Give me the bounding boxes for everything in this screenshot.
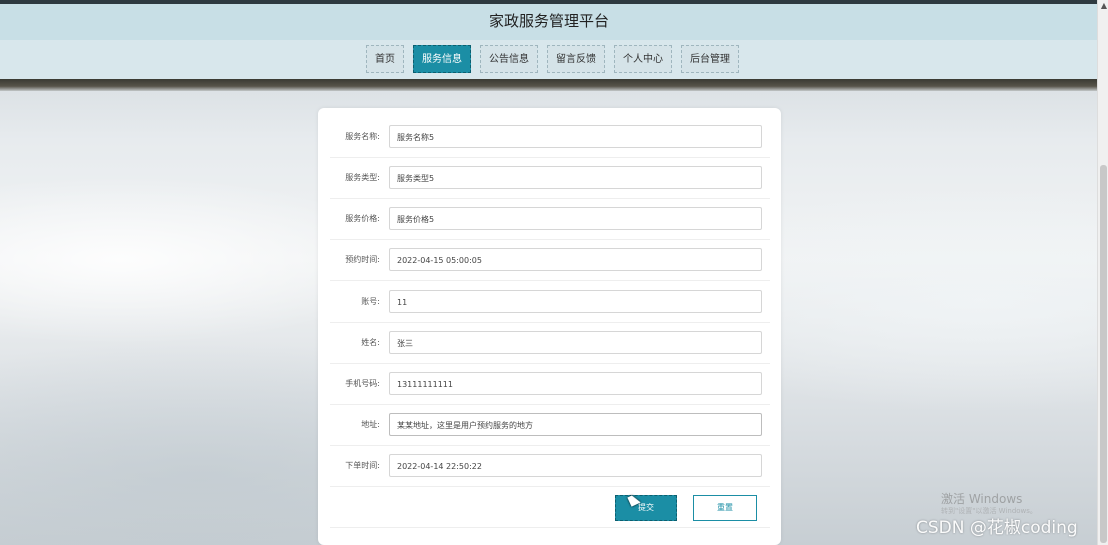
divider bbox=[330, 322, 770, 323]
field-label: 姓名: bbox=[361, 338, 380, 347]
divider bbox=[330, 239, 770, 240]
service-type-field[interactable]: 服务类型5 bbox=[389, 166, 762, 189]
account-field[interactable]: 11 bbox=[389, 290, 762, 313]
divider bbox=[330, 404, 770, 405]
windows-activation-watermark: 激活 Windows bbox=[941, 492, 1023, 506]
divider bbox=[330, 280, 770, 281]
phone-field[interactable]: 13111111111 bbox=[389, 372, 762, 395]
field-label: 服务价格: bbox=[345, 214, 380, 223]
field-label: 服务名称: bbox=[345, 132, 380, 141]
divider bbox=[330, 486, 770, 487]
nav-item-profile[interactable]: 个人中心 bbox=[614, 45, 672, 73]
form-row-account: 账号: 11 bbox=[318, 289, 781, 315]
divider bbox=[330, 198, 770, 199]
site-header: 家政服务管理平台 bbox=[0, 4, 1098, 41]
divider bbox=[330, 363, 770, 364]
field-label: 地址: bbox=[361, 420, 380, 429]
form-row-order-time: 下单时间: 2022-04-14 22:50:22 bbox=[318, 453, 781, 479]
form-row-service-name: 服务名称: 服务名称5 bbox=[318, 124, 781, 150]
nav-item-service-info[interactable]: 服务信息 bbox=[413, 45, 471, 73]
nav-item-announcements[interactable]: 公告信息 bbox=[480, 45, 538, 73]
service-price-field[interactable]: 服务价格5 bbox=[389, 207, 762, 230]
order-time-field[interactable]: 2022-04-14 22:50:22 bbox=[389, 454, 762, 477]
scrollbar-thumb[interactable] bbox=[1100, 165, 1107, 543]
nav-menu: 首页 服务信息 公告信息 留言反馈 个人中心 后台管理 bbox=[366, 45, 739, 73]
appointment-time-field[interactable]: 2022-04-15 05:00:05 bbox=[389, 248, 762, 271]
submit-button[interactable]: 提交 bbox=[615, 495, 677, 521]
divider bbox=[330, 527, 770, 528]
divider bbox=[330, 157, 770, 158]
form-row-phone: 手机号码: 13111111111 bbox=[318, 371, 781, 397]
site-title: 家政服务管理平台 bbox=[488, 12, 609, 30]
form-row-service-price: 服务价格: 服务价格5 bbox=[318, 206, 781, 232]
nav-item-feedback[interactable]: 留言反馈 bbox=[547, 45, 605, 73]
service-form-panel: 服务名称: 服务名称5 服务类型: 服务类型5 服务价格: 服务价格5 预约时间… bbox=[318, 108, 781, 545]
name-field[interactable]: 张三 bbox=[389, 331, 762, 354]
address-field[interactable]: 某某地址，这里是用户预约服务的地方 bbox=[389, 413, 762, 436]
form-row-service-type: 服务类型: 服务类型5 bbox=[318, 165, 781, 191]
nav-item-admin[interactable]: 后台管理 bbox=[681, 45, 739, 73]
nav-item-home[interactable]: 首页 bbox=[366, 45, 404, 73]
csdn-watermark: CSDN @花椒coding bbox=[916, 518, 1078, 538]
form-row-name: 姓名: 张三 bbox=[318, 330, 781, 356]
form-row-address: 地址: 某某地址，这里是用户预约服务的地方 bbox=[318, 412, 781, 438]
nav-bar: 首页 服务信息 公告信息 留言反馈 个人中心 后台管理 bbox=[0, 40, 1098, 79]
field-label: 账号: bbox=[361, 297, 380, 306]
service-name-field[interactable]: 服务名称5 bbox=[389, 125, 762, 148]
field-label: 预约时间: bbox=[345, 255, 380, 264]
field-label: 手机号码: bbox=[345, 379, 380, 388]
banner-strip bbox=[0, 79, 1098, 91]
vertical-scrollbar[interactable]: ▲ bbox=[1097, 0, 1108, 545]
divider bbox=[330, 445, 770, 446]
field-label: 服务类型: bbox=[345, 173, 380, 182]
scroll-up-icon[interactable]: ▲ bbox=[1101, 2, 1107, 10]
reset-button[interactable]: 重置 bbox=[693, 495, 757, 521]
field-label: 下单时间: bbox=[345, 461, 380, 470]
form-row-appointment-time: 预约时间: 2022-04-15 05:00:05 bbox=[318, 247, 781, 273]
